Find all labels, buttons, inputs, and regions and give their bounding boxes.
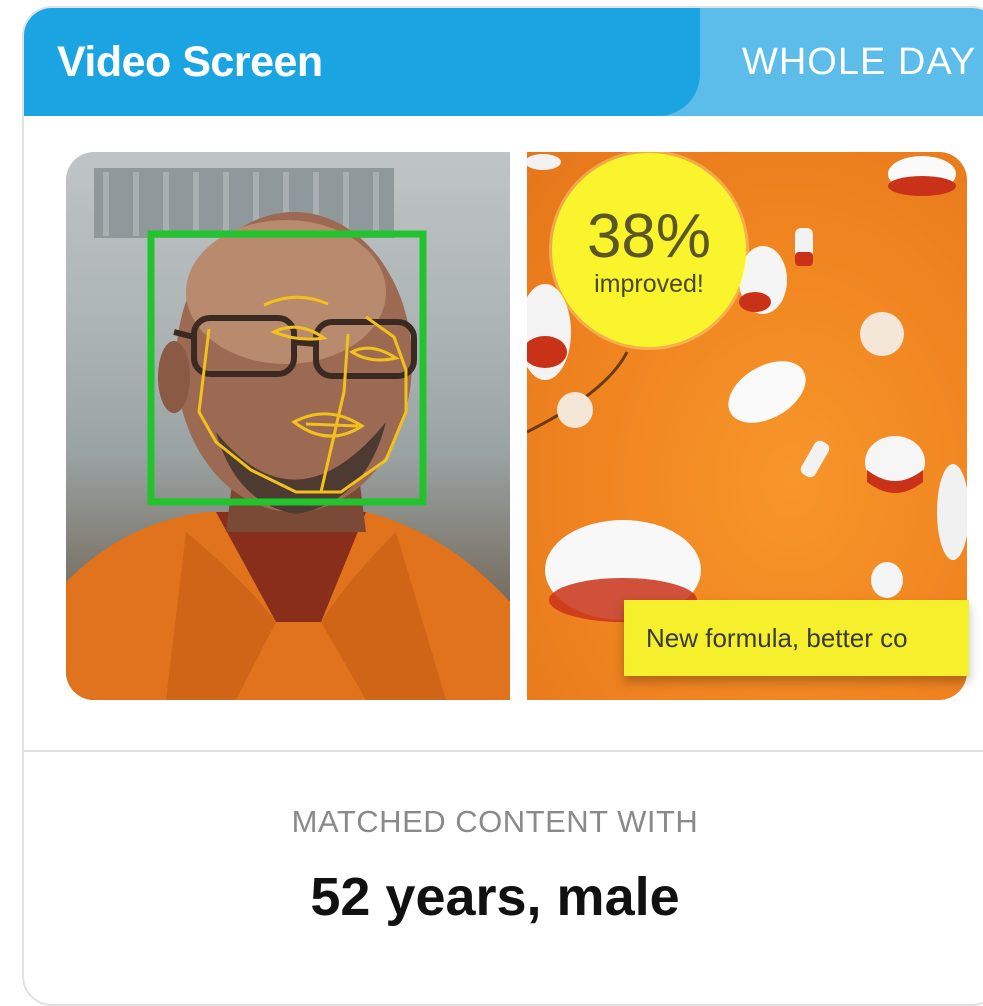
ad-banner: New formula, better co (624, 600, 969, 676)
tab-whole-day[interactable]: WHOLE DAY (742, 8, 976, 116)
tab-whole-day-label: WHOLE DAY (742, 40, 977, 83)
camera-frame-illustration (66, 168, 510, 700)
matched-content-label: MATCHED CONTENT WITH (291, 804, 699, 839)
badge-text: improved! (594, 269, 704, 298)
camera-feed (66, 152, 510, 700)
matched-demographic: 52 years, male (310, 867, 680, 927)
ad-banner-text: New formula, better co (646, 622, 908, 653)
tab-bar: Video Screen WHOLE DAY (24, 8, 983, 116)
tab-video-screen-label: Video Screen (57, 37, 323, 86)
improvement-badge: 38% improved! (552, 153, 746, 347)
tab-video-screen[interactable]: Video Screen (24, 8, 700, 116)
section-divider (24, 750, 983, 752)
badge-value: 38% (586, 201, 712, 271)
